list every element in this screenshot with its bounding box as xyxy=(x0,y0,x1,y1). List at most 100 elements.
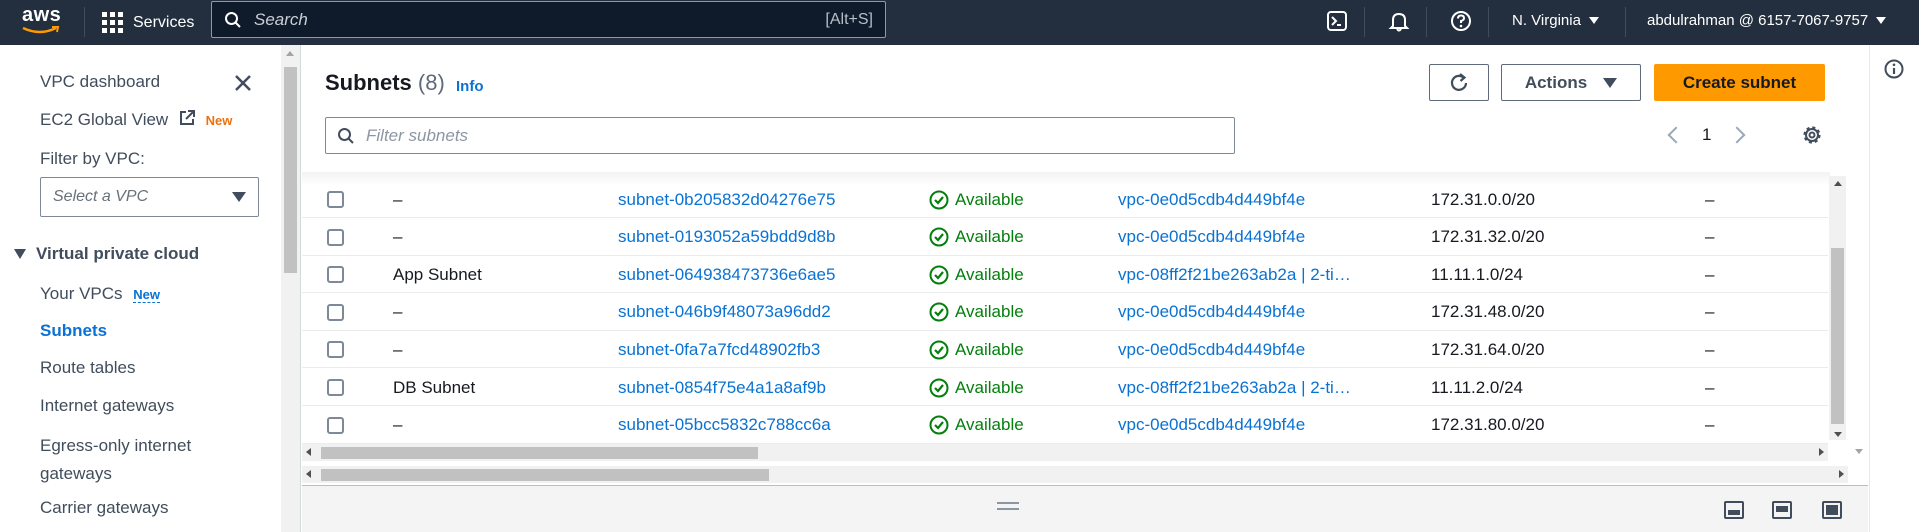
split-panel-drag-handle[interactable] xyxy=(997,502,1019,510)
row-checkbox[interactable] xyxy=(327,379,344,396)
cell-vpc[interactable]: vpc-0e0d5cdb4d449bf4e xyxy=(1118,331,1381,368)
table-row[interactable]: – subnet-05bcc5832c788cc6a Available vpc-0e… xyxy=(302,407,1828,444)
table-row[interactable]: – subnet-046b9f48073a96dd2 Available vpc-0e… xyxy=(302,294,1828,331)
services-button[interactable]: Services xyxy=(102,0,194,45)
notifications-bell-icon[interactable] xyxy=(1385,7,1413,35)
scrollbar-thumb[interactable] xyxy=(321,469,769,481)
scrollbar-thumb[interactable] xyxy=(284,67,297,273)
scroll-up-arrow[interactable] xyxy=(286,51,294,56)
row-checkbox[interactable] xyxy=(327,228,344,246)
global-search-input[interactable] xyxy=(254,9,826,30)
cell-name: – xyxy=(393,415,403,435)
subnet-count: (8) xyxy=(417,70,445,95)
search-shortcut: [Alt+S] xyxy=(825,10,873,28)
scroll-left-arrow[interactable] xyxy=(306,470,311,478)
vpc-filter-select[interactable]: Select a VPC xyxy=(40,177,259,217)
table-row[interactable]: App Subnet subnet-064938473736e6ae5 Availa… xyxy=(302,256,1828,294)
sidebar-item-subnets[interactable]: Subnets xyxy=(40,321,107,341)
create-subnet-button[interactable]: Create subnet xyxy=(1654,64,1825,101)
table-horizontal-scrollbar[interactable] xyxy=(302,444,1828,461)
table-row[interactable]: – subnet-0193052a59bdd9d8b Available vpc-0e… xyxy=(302,219,1828,256)
page-vertical-scrollbar[interactable] xyxy=(1850,45,1869,465)
table-row[interactable]: DB Subnet subnet-0854f75e4a1a8af9b Availab… xyxy=(302,369,1828,406)
actions-button[interactable]: Actions xyxy=(1501,64,1641,101)
scroll-down-arrow[interactable] xyxy=(1855,449,1863,454)
sidebar-item-egress-only-internet-gateways[interactable]: Egress-only internet gateways xyxy=(40,432,240,488)
nav-divider xyxy=(84,7,85,37)
sidebar-item-your-vpcs[interactable]: Your VPCs New xyxy=(40,284,160,304)
page-title: Subnets (8) xyxy=(325,70,445,96)
filter-subnets-field[interactable] xyxy=(325,117,1235,154)
global-search[interactable]: [Alt+S] xyxy=(211,1,886,38)
table-row[interactable]: – subnet-0fa7a7fcd48902fb3 Available vpc-0e… xyxy=(302,331,1828,369)
region-label: N. Virginia xyxy=(1512,11,1581,29)
table-row[interactable]: – subnet-0b205832d04276e75 Available vpc-0e… xyxy=(302,181,1828,218)
sidebar-item-internet-gateways[interactable]: Internet gateways xyxy=(40,396,174,416)
scroll-right-arrow[interactable] xyxy=(1839,470,1844,478)
success-check-icon xyxy=(929,415,949,435)
filter-by-vpc-label: Filter by VPC: xyxy=(40,149,145,168)
cell-subnet-id[interactable]: subnet-0b205832d04276e75 xyxy=(618,181,918,218)
account-label: abdulrahman @ 6157-7067-9757 xyxy=(1647,11,1869,29)
previous-page-icon[interactable] xyxy=(1667,126,1685,144)
scrollbar-thumb[interactable] xyxy=(321,447,758,459)
sidebar-item-route-tables[interactable]: Route tables xyxy=(40,358,135,378)
row-checkbox[interactable] xyxy=(327,266,344,284)
next-page-icon[interactable] xyxy=(1728,126,1746,144)
cell-subnet-id[interactable]: subnet-0193052a59bdd9d8b xyxy=(618,219,918,256)
region-selector[interactable]: N. Virginia xyxy=(1512,0,1599,40)
settings-gear-icon[interactable] xyxy=(1800,123,1824,147)
cell-state: Available xyxy=(929,219,1089,256)
cell-subnet-id[interactable]: subnet-05bcc5832c788cc6a xyxy=(618,407,918,444)
cell-vpc[interactable]: vpc-0e0d5cdb4d449bf4e xyxy=(1118,407,1381,444)
current-page[interactable]: 1 xyxy=(1702,125,1711,145)
scroll-left-arrow[interactable] xyxy=(306,448,311,456)
info-panel-icon[interactable] xyxy=(1884,59,1904,79)
cloudshell-icon[interactable] xyxy=(1323,7,1351,35)
row-checkbox[interactable] xyxy=(327,416,344,434)
cell-vpc[interactable]: vpc-08ff2f21be263ab2a | 2-ti… xyxy=(1118,256,1381,293)
cell-subnet-id[interactable]: subnet-064938473736e6ae5 xyxy=(618,256,918,293)
state-label: Available xyxy=(955,264,1024,284)
sidebar-item-vpc-dashboard[interactable]: VPC dashboard xyxy=(40,72,160,92)
aws-logo[interactable]: aws xyxy=(22,4,62,38)
cell-vpc[interactable]: vpc-08ff2f21be263ab2a | 2-ti… xyxy=(1118,369,1381,406)
cell-vpc[interactable]: vpc-0e0d5cdb4d449bf4e xyxy=(1118,219,1381,256)
panel-middle-icon[interactable] xyxy=(1772,501,1792,519)
cell-subnet-id[interactable]: subnet-0fa7a7fcd48902fb3 xyxy=(618,331,918,368)
cell-ipv4-cidr: 172.31.32.0/20 xyxy=(1431,227,1545,247)
scroll-right-arrow[interactable] xyxy=(1819,448,1824,456)
page-title-text: Subnets xyxy=(325,70,412,95)
info-link[interactable]: Info xyxy=(456,78,484,95)
scroll-up-arrow[interactable] xyxy=(1834,181,1842,186)
scroll-down-arrow[interactable] xyxy=(1834,432,1842,437)
account-menu[interactable]: abdulrahman @ 6157-7067-9757 xyxy=(1647,0,1887,40)
search-icon xyxy=(212,11,254,29)
panel-side-icon[interactable] xyxy=(1822,501,1842,519)
cell-subnet-id[interactable]: subnet-0854f75e4a1a8af9b xyxy=(618,369,918,406)
help-icon[interactable] xyxy=(1447,7,1475,35)
close-icon[interactable] xyxy=(232,72,254,94)
row-checkbox[interactable] xyxy=(327,191,344,208)
cell-vpc[interactable]: vpc-0e0d5cdb4d449bf4e xyxy=(1118,294,1381,331)
cell-vpc[interactable]: vpc-0e0d5cdb4d449bf4e xyxy=(1118,181,1381,218)
page-horizontal-scrollbar[interactable] xyxy=(302,466,1848,483)
table-vertical-scrollbar[interactable] xyxy=(1829,176,1846,440)
actions-label: Actions xyxy=(1524,72,1588,92)
cell-state: Available xyxy=(929,181,1089,218)
new-badge: New xyxy=(205,113,233,128)
sidebar-item-ec2-global-view[interactable]: EC2 Global View New xyxy=(40,110,232,130)
cell-ipv4-cidr: 172.31.64.0/20 xyxy=(1431,339,1545,359)
refresh-button[interactable] xyxy=(1429,64,1489,101)
sidebar-scrollbar[interactable] xyxy=(281,45,300,532)
sidebar-item-label: EC2 Global View xyxy=(40,110,169,129)
filter-subnets-input[interactable] xyxy=(366,125,1234,146)
section-virtual-private-cloud[interactable]: Virtual private cloud xyxy=(14,244,199,264)
scrollbar-thumb[interactable] xyxy=(1831,248,1844,424)
row-checkbox[interactable] xyxy=(327,303,344,321)
sidebar-item-carrier-gateways[interactable]: Carrier gateways xyxy=(40,498,169,518)
panel-bottom-icon[interactable] xyxy=(1724,501,1744,519)
cell-subnet-id[interactable]: subnet-046b9f48073a96dd2 xyxy=(618,294,918,331)
row-checkbox[interactable] xyxy=(327,341,344,359)
expand-triangle-icon xyxy=(14,249,26,259)
